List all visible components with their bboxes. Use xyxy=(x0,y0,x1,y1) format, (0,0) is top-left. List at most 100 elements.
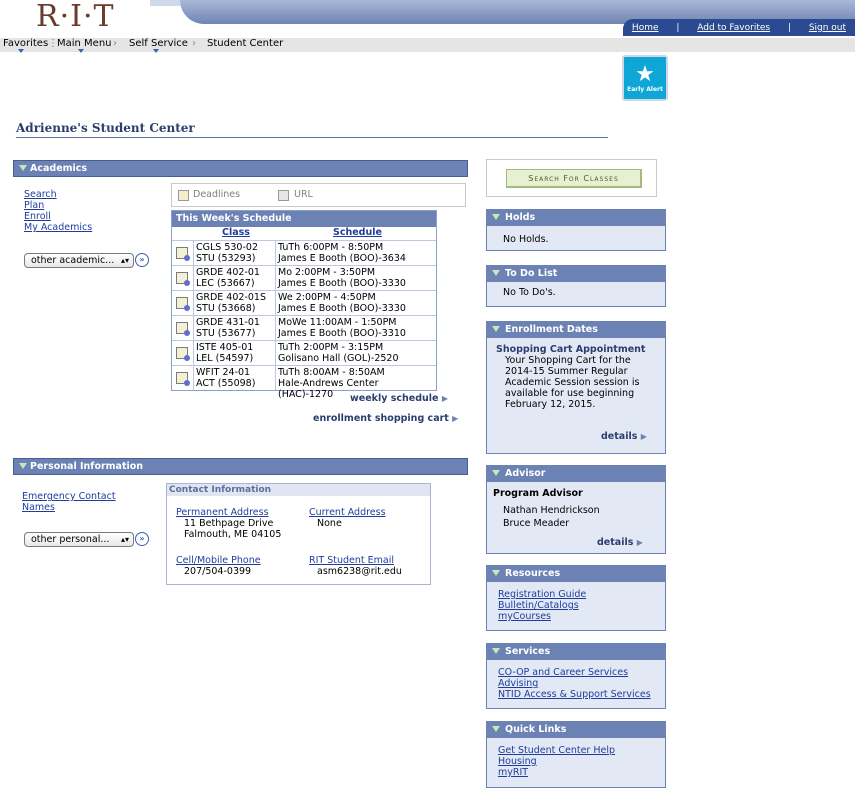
table-row: GRDE 402-01S STU (53668) We 2:00PM - 4:50… xyxy=(172,290,436,315)
my-academics-link[interactable]: My Academics xyxy=(24,222,92,233)
todo-header[interactable]: To Do List xyxy=(487,266,665,282)
housing-link[interactable]: Housing xyxy=(498,756,615,767)
collapse-icon xyxy=(19,165,27,171)
phone-value: 207/504-0399 xyxy=(184,566,252,577)
coop-career-services-link[interactable]: CO-OP and Career Services xyxy=(498,667,651,678)
enrollment-details-link[interactable]: details ▶ xyxy=(601,431,647,442)
rit-logo: R·I·T xyxy=(36,0,115,34)
plan-link[interactable]: Plan xyxy=(24,200,92,211)
table-row: CGLS 530-02 STU (53293) TuTh 6:00PM - 8:5… xyxy=(172,240,436,265)
advisor-header[interactable]: Advisor xyxy=(487,466,665,482)
search-classes-panel: Search For Classes xyxy=(486,159,657,197)
separator: | xyxy=(676,22,680,33)
current-address-link[interactable]: Current Address xyxy=(309,507,386,518)
class-cell: GRDE 431-01 STU (53677) xyxy=(196,317,260,339)
quick-links-header[interactable]: Quick Links xyxy=(487,722,665,738)
divider xyxy=(16,137,608,138)
academics-tabs: Deadlines URL xyxy=(171,183,466,207)
student-center-help-link[interactable]: Get Student Center Help xyxy=(498,745,615,756)
ntid-access-support-link[interactable]: NTID Access & Support Services xyxy=(498,689,651,700)
myrit-link[interactable]: myRIT xyxy=(498,767,615,778)
go-button[interactable]: » xyxy=(135,532,149,546)
mycourses-link[interactable]: myCourses xyxy=(498,611,586,622)
academics-header[interactable]: Academics xyxy=(13,160,468,177)
resources-header[interactable]: Resources xyxy=(487,566,665,582)
deadlines-tab[interactable]: Deadlines xyxy=(193,189,240,200)
shopping-cart-appointment-title: Shopping Cart Appointment xyxy=(496,344,646,355)
resources-panel: Resources Registration Guide Bulletin/Ca… xyxy=(486,565,666,631)
personal-links: Emergency Contact Names xyxy=(22,491,116,513)
collapse-icon xyxy=(492,648,500,654)
enrollment-dates-panel: Enrollment Dates Shopping Cart Appointme… xyxy=(486,321,666,454)
collapse-icon xyxy=(492,214,500,220)
table-row: ISTE 405-01 LEL (54597) TuTh 2:00PM - 3:1… xyxy=(172,340,436,365)
enrollment-dates-header[interactable]: Enrollment Dates xyxy=(487,322,665,338)
early-alert-label: Early Alert xyxy=(627,85,663,93)
bulletin-catalogs-link[interactable]: Bulletin/Catalogs xyxy=(498,600,586,611)
class-detail-icon[interactable] xyxy=(176,297,190,311)
add-to-favorites-link[interactable]: Add to Favorites xyxy=(697,23,770,33)
phone-link[interactable]: Cell/Mobile Phone xyxy=(176,555,261,566)
todo-panel: To Do List No To Do's. xyxy=(486,265,666,307)
select-value: other academic... xyxy=(31,255,115,266)
advising-link[interactable]: Advising xyxy=(498,678,651,689)
emergency-contact-link[interactable]: Emergency Contact xyxy=(22,491,116,502)
shopping-cart-link[interactable]: enrollment shopping cart ▶ xyxy=(313,413,458,424)
email-link[interactable]: RIT Student Email xyxy=(309,555,394,566)
breadcrumb-favorites[interactable]: Favorites xyxy=(3,38,48,50)
holds-header[interactable]: Holds xyxy=(487,210,665,226)
other-academic-select[interactable]: other academic... ▴▾ xyxy=(24,253,134,268)
table-row: WFIT 24-01 ACT (55098) TuTh 8:00AM - 8:50… xyxy=(172,365,436,400)
url-tab[interactable]: URL xyxy=(294,189,313,200)
home-link[interactable]: Home xyxy=(632,23,659,33)
weekly-schedule-link[interactable]: weekly schedule ▶ xyxy=(350,393,448,404)
enroll-link[interactable]: Enroll xyxy=(24,211,92,222)
schedule-title: This Week's Schedule xyxy=(172,211,436,227)
select-arrows-icon: ▴▾ xyxy=(120,256,129,265)
enrollment-text: Your Shopping Cart for the 2014-15 Summe… xyxy=(505,355,640,410)
class-detail-icon[interactable] xyxy=(176,322,190,336)
services-header[interactable]: Services xyxy=(487,644,665,660)
separator: | xyxy=(787,22,791,33)
class-detail-icon[interactable] xyxy=(176,247,190,261)
chevron-down-icon xyxy=(78,49,84,53)
names-link[interactable]: Names xyxy=(22,502,116,513)
breadcrumb-main-menu[interactable]: Main Menu xyxy=(57,38,112,50)
chevron-down-icon xyxy=(153,49,159,53)
schedule-column-header[interactable]: Schedule xyxy=(333,227,382,238)
schedule-header: Class Schedule xyxy=(172,227,436,240)
class-detail-icon[interactable] xyxy=(176,372,190,386)
calendar-icon xyxy=(178,190,189,201)
academics-title: Academics xyxy=(30,163,88,174)
permanent-address-link[interactable]: Permanent Address xyxy=(176,507,269,518)
holds-text: No Holds. xyxy=(503,234,549,245)
page-title: Adrienne's Student Center xyxy=(16,121,195,135)
go-button[interactable]: » xyxy=(135,253,149,267)
other-personal-select[interactable]: other personal... ▴▾ xyxy=(24,532,134,547)
class-cell: GRDE 402-01 LEC (53667) xyxy=(196,267,260,289)
personal-info-header[interactable]: Personal Information xyxy=(13,458,468,475)
collapse-icon xyxy=(492,570,500,576)
chevron-right-icon: › xyxy=(192,38,196,49)
advisor-details-link[interactable]: details ▶ xyxy=(597,537,643,548)
class-column-header[interactable]: Class xyxy=(222,227,250,238)
class-detail-icon[interactable] xyxy=(176,347,190,361)
class-cell: CGLS 530-02 STU (53293) xyxy=(196,242,258,264)
personal-info-title: Personal Information xyxy=(30,461,144,472)
resources-links: Registration Guide Bulletin/Catalogs myC… xyxy=(498,589,586,622)
chevron-right-icon: › xyxy=(113,38,117,49)
early-alert-button[interactable]: ★ Early Alert xyxy=(622,55,668,101)
star-icon: ★ xyxy=(635,61,655,87)
sign-out-link[interactable]: Sign out xyxy=(809,23,846,33)
program-advisor-title: Program Advisor xyxy=(493,488,583,499)
search-link[interactable]: Search xyxy=(24,189,92,200)
advisor-names: Nathan Hendrickson Bruce Meader xyxy=(503,505,600,529)
registration-guide-link[interactable]: Registration Guide xyxy=(498,589,586,600)
class-detail-icon[interactable] xyxy=(176,272,190,286)
search-for-classes-button[interactable]: Search For Classes xyxy=(506,169,642,188)
services-panel: Services CO-OP and Career Services Advis… xyxy=(486,643,666,709)
academics-links: Search Plan Enroll My Academics xyxy=(24,189,92,233)
email-value: asm6238@rit.edu xyxy=(317,566,402,577)
schedule-cell: We 2:00PM - 4:50PM James E Booth (BOO)-33… xyxy=(278,292,406,314)
url-icon xyxy=(278,190,289,201)
